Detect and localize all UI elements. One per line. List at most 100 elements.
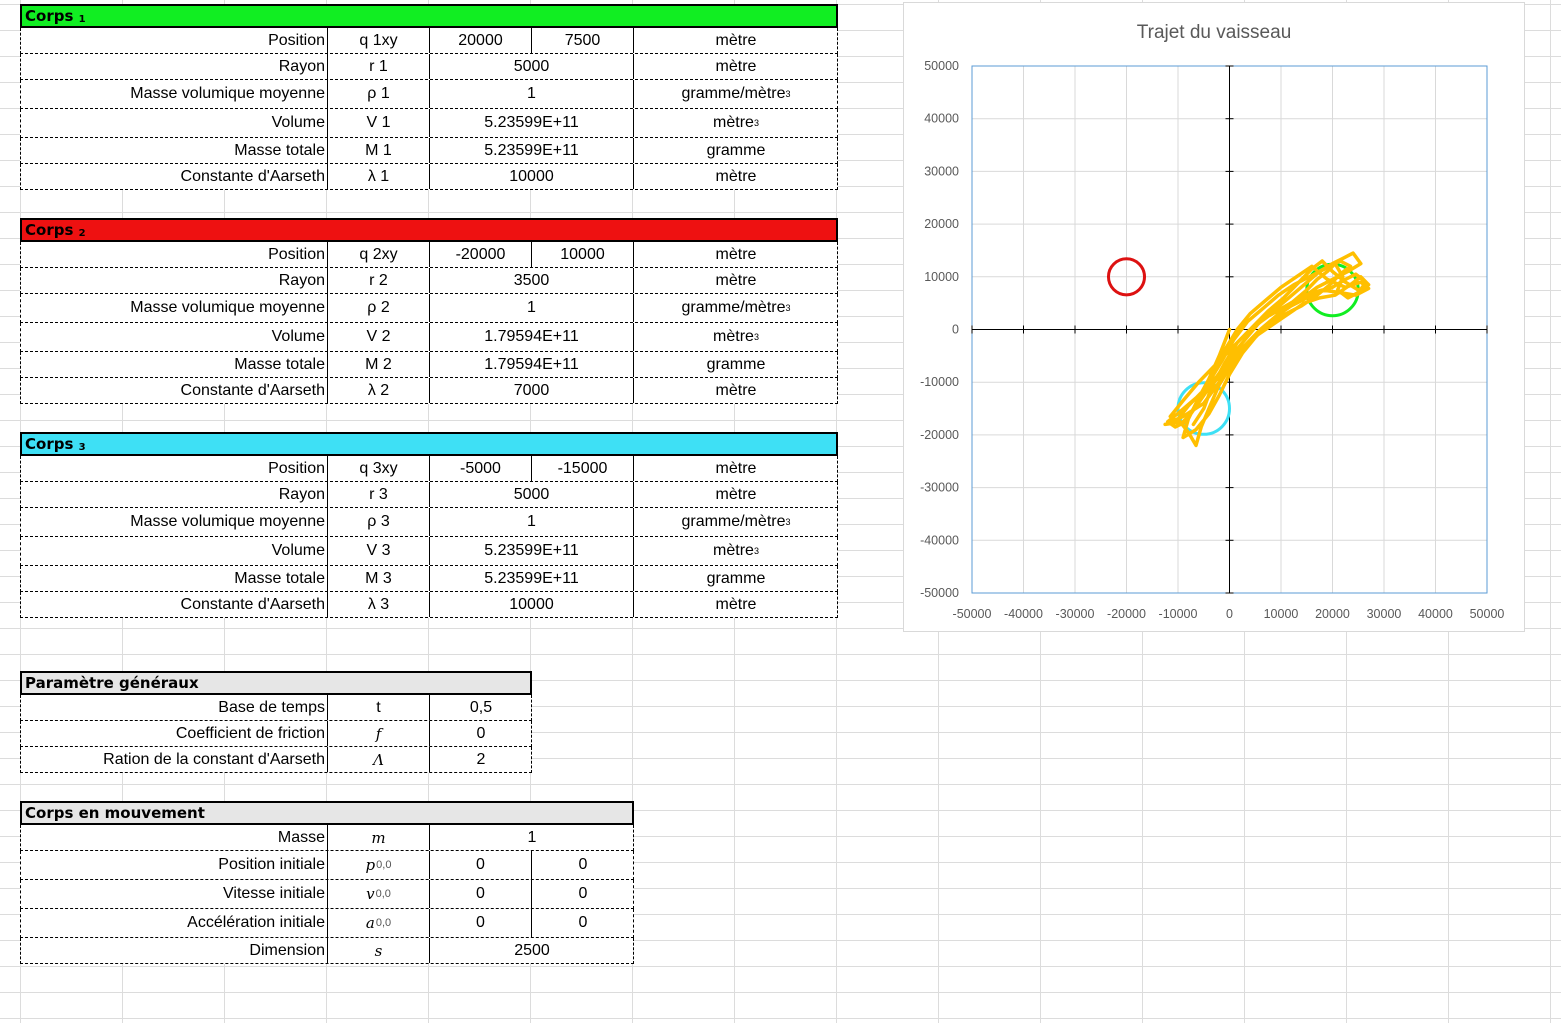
unit-cell[interactable]: mètre — [634, 54, 838, 79]
unit-cell[interactable]: gramme/mètre 3 — [634, 80, 838, 108]
value-cell[interactable]: 2 — [430, 747, 532, 772]
y-tick-label: 50000 — [924, 59, 959, 73]
row-symbol[interactable]: ρ 1 — [328, 80, 430, 108]
value-cell[interactable]: 2500 — [430, 938, 634, 963]
unit-cell[interactable]: mètre 3 — [634, 537, 838, 565]
value-x-cell[interactable]: -20000 — [430, 242, 532, 267]
row-label: Vitesse initiale — [21, 880, 328, 908]
value-cell[interactable]: 0 — [430, 721, 532, 746]
unit-cell[interactable]: mètre — [634, 378, 838, 403]
row-symbol[interactable]: V 1 — [328, 109, 430, 137]
value-cell[interactable]: 10000 — [430, 592, 634, 617]
value-cell[interactable]: 1 — [430, 825, 634, 850]
unit-exponent: 3 — [753, 546, 759, 556]
row-label-text: Ration de la constant d'Aarseth — [103, 750, 325, 768]
row-symbol[interactable]: a 0,0 — [328, 909, 430, 937]
value-cell[interactable]: 1 — [430, 508, 634, 536]
row-symbol[interactable]: p 0,0 — [328, 851, 430, 879]
row-symbol[interactable]: r 3 — [328, 482, 430, 507]
value-y-cell-text: 0 — [578, 914, 588, 931]
value-cell[interactable]: 1 — [430, 80, 634, 108]
row-symbol[interactable]: M 3 — [328, 566, 430, 591]
unit-cell[interactable]: gramme — [634, 566, 838, 591]
value-y-cell-text: 10000 — [560, 245, 605, 263]
value-cell[interactable]: 5.23599E+11 — [430, 566, 634, 591]
value-cell[interactable]: 1.79594E+11 — [430, 352, 634, 377]
row-symbol[interactable]: m — [328, 825, 430, 850]
row-label-text: Base de temps — [218, 698, 325, 716]
unit-cell[interactable]: mètre — [634, 242, 838, 267]
row-symbol[interactable]: q 3xy — [328, 456, 430, 481]
params-header[interactable]: Paramètre généraux — [20, 671, 532, 695]
value-x-cell[interactable]: 0 — [430, 851, 532, 879]
value-y-cell[interactable]: 0 — [532, 909, 634, 937]
row-symbol[interactable]: ρ 2 — [328, 294, 430, 322]
value-x-cell[interactable]: 20000 — [430, 28, 532, 53]
value-cell[interactable]: 5.23599E+11 — [430, 138, 634, 163]
row-symbol[interactable]: f — [328, 721, 430, 746]
row-symbol[interactable]: V 3 — [328, 537, 430, 565]
unit-cell[interactable]: mètre — [634, 456, 838, 481]
corps-header[interactable]: Corps 2 — [20, 218, 838, 242]
value-y-cell[interactable]: -15000 — [532, 456, 634, 481]
y-tick-label: -30000 — [920, 481, 959, 495]
unit-cell-text: mètre — [715, 485, 757, 503]
unit-cell[interactable]: gramme/mètre 3 — [634, 508, 838, 536]
value-y-cell[interactable]: 0 — [532, 851, 634, 879]
unit-cell[interactable]: mètre — [634, 164, 838, 189]
row-label: Position — [21, 242, 328, 267]
corps-header[interactable]: Corps 1 — [20, 4, 838, 28]
value-cell[interactable]: 0,5 — [430, 695, 532, 720]
row-symbol[interactable]: λ 3 — [328, 592, 430, 617]
row-symbol[interactable]: s — [328, 938, 430, 963]
value-cell[interactable]: 5.23599E+11 — [430, 109, 634, 137]
row-label-text: Constante d'Aarseth — [180, 167, 325, 185]
row-symbol[interactable]: Λ — [328, 747, 430, 772]
row-symbol-text: q 1xy — [359, 31, 398, 49]
row-symbol-text: ρ 3 — [367, 513, 390, 530]
mouvement-table: Corps en mouvement Masse m 1 Position initia… — [20, 801, 634, 964]
row-symbol[interactable]: ρ 3 — [328, 508, 430, 536]
unit-cell-text: gramme — [706, 355, 766, 373]
value-cell[interactable]: 3500 — [430, 268, 634, 293]
row-symbol[interactable]: M 1 — [328, 138, 430, 163]
row-symbol[interactable]: λ 2 — [328, 378, 430, 403]
row-symbol[interactable]: V 2 — [328, 323, 430, 351]
unit-cell[interactable]: mètre — [634, 592, 838, 617]
value-x-cell[interactable]: -5000 — [430, 456, 532, 481]
value-cell[interactable]: 5000 — [430, 482, 634, 507]
mouvement-header[interactable]: Corps en mouvement — [20, 801, 634, 825]
unit-cell[interactable]: mètre — [634, 482, 838, 507]
row-symbol[interactable]: λ 1 — [328, 164, 430, 189]
value-cell[interactable]: 1 — [430, 294, 634, 322]
value-x-cell[interactable]: 0 — [430, 880, 532, 908]
value-cell[interactable]: 1.79594E+11 — [430, 323, 634, 351]
unit-cell[interactable]: gramme — [634, 352, 838, 377]
value-x-cell[interactable]: 0 — [430, 909, 532, 937]
unit-cell[interactable]: mètre — [634, 268, 838, 293]
chart-trajet[interactable]: Trajet du vaisseau -50000 -40000 -30000 -200… — [903, 2, 1525, 632]
row-symbol[interactable]: q 2xy — [328, 242, 430, 267]
table-row: Rayon r 2 3500 mètre — [20, 268, 838, 294]
value-y-cell[interactable]: 7500 — [532, 28, 634, 53]
row-symbol[interactable]: M 2 — [328, 352, 430, 377]
row-symbol[interactable]: q 1xy — [328, 28, 430, 53]
value-cell[interactable]: 7000 — [430, 378, 634, 403]
unit-cell[interactable]: mètre 3 — [634, 109, 838, 137]
unit-cell-text: mètre — [715, 271, 757, 289]
row-symbol[interactable]: r 1 — [328, 54, 430, 79]
corps-header[interactable]: Corps 3 — [20, 432, 838, 456]
value-cell[interactable]: 10000 — [430, 164, 634, 189]
value-cell[interactable]: 5000 — [430, 54, 634, 79]
unit-cell[interactable]: gramme/mètre 3 — [634, 294, 838, 322]
value-cell[interactable]: 5.23599E+11 — [430, 537, 634, 565]
unit-cell[interactable]: gramme — [634, 138, 838, 163]
row-symbol[interactable]: r 2 — [328, 268, 430, 293]
value-y-cell[interactable]: 0 — [532, 880, 634, 908]
row-symbol-text: V 3 — [366, 542, 391, 559]
value-y-cell[interactable]: 10000 — [532, 242, 634, 267]
unit-cell[interactable]: mètre 3 — [634, 323, 838, 351]
row-symbol[interactable]: v 0,0 — [328, 880, 430, 908]
row-symbol[interactable]: t — [328, 695, 430, 720]
unit-cell[interactable]: mètre — [634, 28, 838, 53]
